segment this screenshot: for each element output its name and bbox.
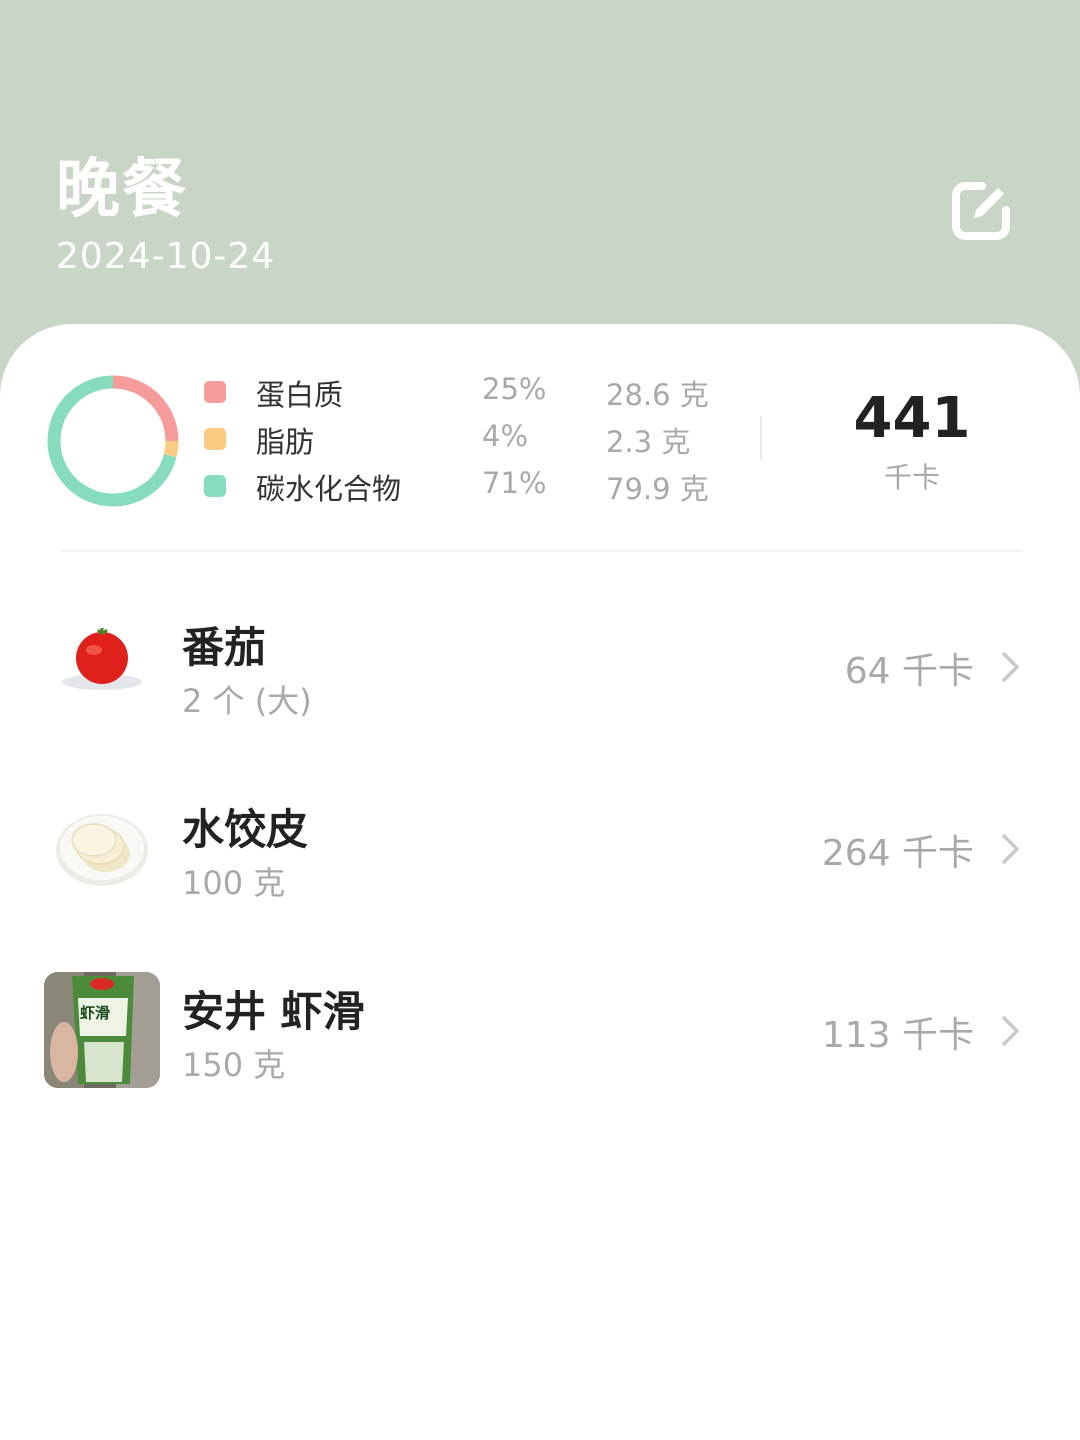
macro-donut-chart — [47, 375, 179, 507]
macro-name: 碳水化合物 — [256, 472, 402, 506]
carbs-swatch — [204, 475, 226, 497]
meal-card: 蛋白质 25% 28.6 克 脂肪 4% 2.3 克 碳水化合物 71% 79.… — [0, 324, 1080, 1440]
food-amount: 150 克 — [182, 1046, 286, 1084]
food-name: 水饺皮 — [182, 805, 309, 854]
food-calories: 64 千卡 — [844, 651, 974, 692]
food-item-shrimp-paste[interactable]: 虾滑 安井 虾滑 150 克 113 千卡 — [0, 954, 1080, 1104]
macro-name: 脂肪 — [256, 425, 315, 459]
food-item-tomato[interactable]: 番茄 2 个 (大) 64 千卡 — [0, 590, 1080, 740]
shrimp-paste-package-photo: 虾滑 — [44, 972, 160, 1088]
edit-button[interactable] — [946, 176, 1016, 246]
chevron-right-icon — [1002, 834, 1019, 864]
protein-swatch — [204, 381, 226, 403]
food-calories: 264 千卡 — [821, 833, 974, 874]
macro-grams: 2.3 克 — [606, 425, 691, 459]
chevron-right-icon — [1002, 1016, 1019, 1046]
macro-row-protein: 蛋白质 25% 28.6 克 — [204, 372, 724, 412]
macro-grams: 79.9 克 — [606, 472, 709, 506]
tomato-photo — [44, 608, 160, 724]
section-divider — [60, 550, 1022, 552]
food-amount: 100 克 — [182, 864, 286, 902]
food-item-dumpling-wrappers[interactable]: 水饺皮 100 克 264 千卡 — [0, 772, 1080, 922]
chevron-right-icon — [1002, 652, 1019, 682]
fat-swatch — [204, 428, 226, 450]
svg-text:虾滑: 虾滑 — [80, 1004, 110, 1022]
total-calories: 441 — [853, 386, 971, 451]
food-name: 番茄 — [182, 623, 267, 672]
meal-title: 晚餐 — [56, 153, 188, 227]
macro-row-fat: 脂肪 4% 2.3 克 — [204, 419, 724, 459]
macro-percent: 4% — [482, 419, 529, 453]
summary-divider — [760, 416, 762, 460]
macro-grams: 28.6 克 — [606, 378, 709, 412]
edit-icon — [952, 182, 1010, 240]
meal-date: 2024-10-24 — [56, 236, 276, 277]
dumpling-wrappers-photo — [44, 790, 160, 906]
meal-header: 晚餐 2024-10-24 — [0, 0, 1080, 360]
food-calories: 113 千卡 — [821, 1015, 974, 1056]
food-name: 安井 虾滑 — [182, 987, 365, 1036]
macro-name: 蛋白质 — [256, 378, 344, 412]
macro-percent: 25% — [482, 372, 547, 406]
food-amount: 2 个 (大) — [182, 682, 312, 720]
macro-row-carbs: 碳水化合物 71% 79.9 克 — [204, 466, 724, 506]
macro-percent: 71% — [482, 466, 547, 500]
total-calories-unit: 千卡 — [883, 461, 940, 494]
